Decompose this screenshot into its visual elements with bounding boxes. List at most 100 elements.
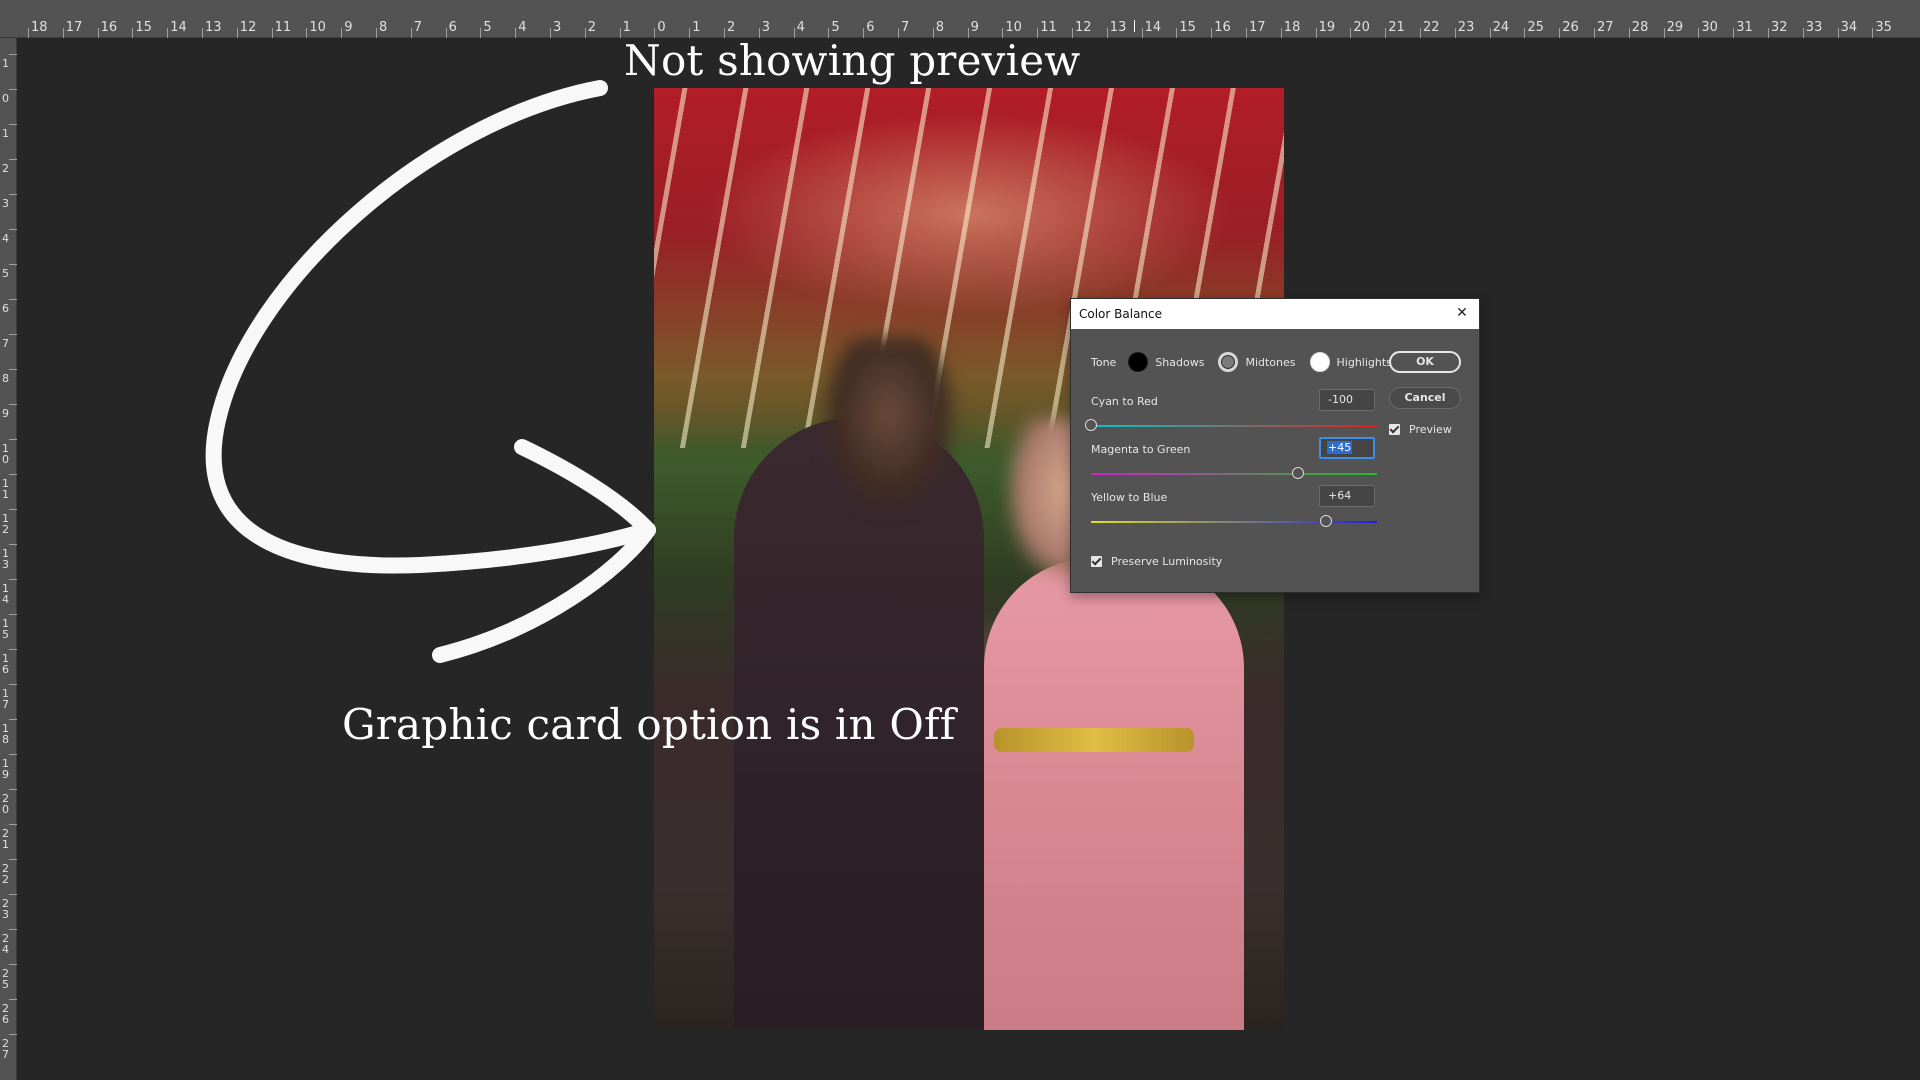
magenta-green-slider-thumb[interactable] [1292, 467, 1305, 479]
ruler-tick [9, 194, 17, 195]
yellow-blue-value-field[interactable]: +64 [1319, 485, 1375, 507]
cancel-button[interactable]: Cancel [1389, 387, 1461, 409]
ruler-tick [376, 28, 377, 38]
magenta-green-track[interactable] [1091, 473, 1377, 475]
ruler-tick [9, 299, 17, 300]
cyan-red-value-field[interactable]: -100 [1319, 389, 1375, 411]
ruler-tick-label: 4 [2, 232, 9, 245]
ruler-tick [28, 28, 29, 38]
ruler-tick-label: 13 [1109, 20, 1127, 35]
ruler-tick [1628, 28, 1630, 38]
ruler-tick-label: 32 [1771, 20, 1788, 35]
ruler-tick-label: 17 [2, 687, 9, 711]
ruler-tick-label: 12 [1075, 20, 1092, 35]
tone-label: Tone [1091, 355, 1117, 369]
ruler-tick [1454, 28, 1456, 38]
ruler-tick-label: 11 [2, 477, 9, 501]
slider-label-yellow-blue: Yellow to Blue [1091, 491, 1168, 504]
ruler-tick-label: 1 [622, 20, 631, 35]
cyan-red-slider-thumb[interactable] [1085, 419, 1097, 431]
ruler-tick [9, 439, 17, 440]
close-icon[interactable]: ✕ [1453, 304, 1471, 322]
ruler-tick-label: 6 [866, 20, 875, 35]
ruler-tick-label: 31 [1736, 20, 1753, 35]
ruler-tick-label: 1 [2, 127, 9, 140]
ruler-tick-label: 10 [309, 20, 326, 35]
ruler-tick-label: 25 [1527, 20, 1544, 35]
preview-check-icon[interactable] [1389, 424, 1400, 435]
preserve-luminosity-check-icon[interactable] [1091, 556, 1102, 567]
ruler-tick [62, 28, 64, 38]
ruler-tick [271, 28, 273, 38]
ruler-tick [1350, 28, 1352, 38]
ruler-tick-label: 6 [2, 302, 9, 315]
ruler-tick [550, 28, 551, 38]
highlights-radio-icon[interactable] [1309, 352, 1330, 372]
ruler-tick-label: 18 [2, 722, 9, 746]
ruler-tick-label: 15 [135, 20, 152, 35]
ruler-tick-label: 27 [1597, 20, 1614, 35]
ruler-tick [9, 859, 17, 860]
ruler-cursor-marker [1134, 20, 1135, 32]
ruler-tick-label: 3 [553, 20, 562, 35]
preview-checkbox[interactable]: Preview [1389, 423, 1452, 436]
ruler-tick [9, 124, 17, 125]
tone-radio-highlights[interactable]: Highlights [1309, 352, 1392, 372]
ruler-tick-label: 14 [170, 20, 187, 35]
ruler-tick [341, 28, 343, 38]
ruler-tick-label: 10 [2, 442, 9, 466]
ruler-tick-label: 8 [2, 372, 9, 385]
magenta-green-value-field[interactable]: +45 [1319, 437, 1375, 459]
ruler-tick [9, 929, 17, 930]
ruler-tick-label: 19 [1318, 20, 1336, 35]
ruler-tick [1594, 28, 1595, 38]
tone-radio-label: Midtones [1245, 355, 1296, 369]
preserve-luminosity-checkbox[interactable]: Preserve Luminosity [1091, 555, 1222, 568]
ruler-tick [9, 54, 17, 55]
ruler-tick [1106, 28, 1108, 38]
ruler-tick-label: 17 [1249, 20, 1266, 35]
ruler-tick-label: 34 [1840, 20, 1858, 35]
tone-radio-shadows[interactable]: Shadows [1128, 352, 1204, 372]
ruler-tick [1698, 28, 1700, 38]
ruler-tick [9, 789, 17, 790]
ruler-tick-label: 23 [1457, 20, 1475, 35]
top-ruler[interactable]: 18 17 16 15 14 13 12 11 10 9 8 7 6 5 4 3 2 1 0 1 2 3 4 5 6 7 8 9 10 1… [0, 0, 1920, 38]
ruler-tick-label: 12 [239, 20, 257, 35]
gold-belt [994, 728, 1194, 752]
ruler-tick [1559, 28, 1561, 38]
ruler-tick-label: 35 [1875, 20, 1892, 35]
ruler-tick [9, 999, 17, 1000]
ok-button[interactable]: OK [1389, 351, 1461, 373]
tone-radio-midtones[interactable]: Midtones [1218, 352, 1296, 372]
color-balance-dialog: Color Balance ✕ Tone Shadows Midtones Hi… [1070, 298, 1480, 593]
ruler-tick-label: 9 [344, 20, 353, 35]
ruler-tick-label: 6 [448, 20, 457, 35]
ruler-tick [515, 28, 517, 38]
cyan-red-track[interactable] [1091, 425, 1377, 427]
ruler-tick-label: 3 [761, 20, 771, 35]
preserve-luminosity-label: Preserve Luminosity [1111, 555, 1223, 568]
midtones-radio-icon[interactable] [1218, 352, 1239, 372]
ruler-tick-label: 19 [2, 757, 9, 781]
tone-selector: Tone Shadows Midtones Highlights [1091, 351, 1406, 373]
ruler-tick-label: 5 [483, 20, 492, 35]
ruler-tick [9, 544, 17, 545]
ruler-tick-label: 16 [100, 20, 118, 35]
ruler-tick-label: 13 [2, 547, 9, 571]
ruler-tick-label: 15 [1179, 20, 1196, 35]
ruler-tick-label: 21 [2, 827, 9, 851]
left-ruler[interactable]: 1 0 1 2 3 4 5 6 7 8 9 10 11 12 13 14 15 16 17 18 19 20 21 22 23 2… [0, 38, 17, 1080]
ruler-tick-label: 14 [1144, 20, 1162, 35]
ruler-tick-label: 4 [518, 20, 527, 35]
dialog-title-bar[interactable]: Color Balance ✕ [1071, 299, 1479, 329]
dialog-title: Color Balance [1079, 307, 1163, 321]
yellow-blue-track[interactable] [1091, 521, 1377, 523]
ruler-tick-label: 28 [1631, 20, 1649, 35]
shadows-radio-icon[interactable] [1128, 352, 1149, 372]
ruler-tick-label: 13 [205, 20, 222, 35]
ruler-tick-label: 14 [2, 582, 9, 606]
tone-radio-label: Shadows [1155, 355, 1205, 369]
yellow-blue-slider-thumb[interactable] [1319, 515, 1332, 527]
slider-label-magenta-green: Magenta to Green [1091, 443, 1191, 456]
